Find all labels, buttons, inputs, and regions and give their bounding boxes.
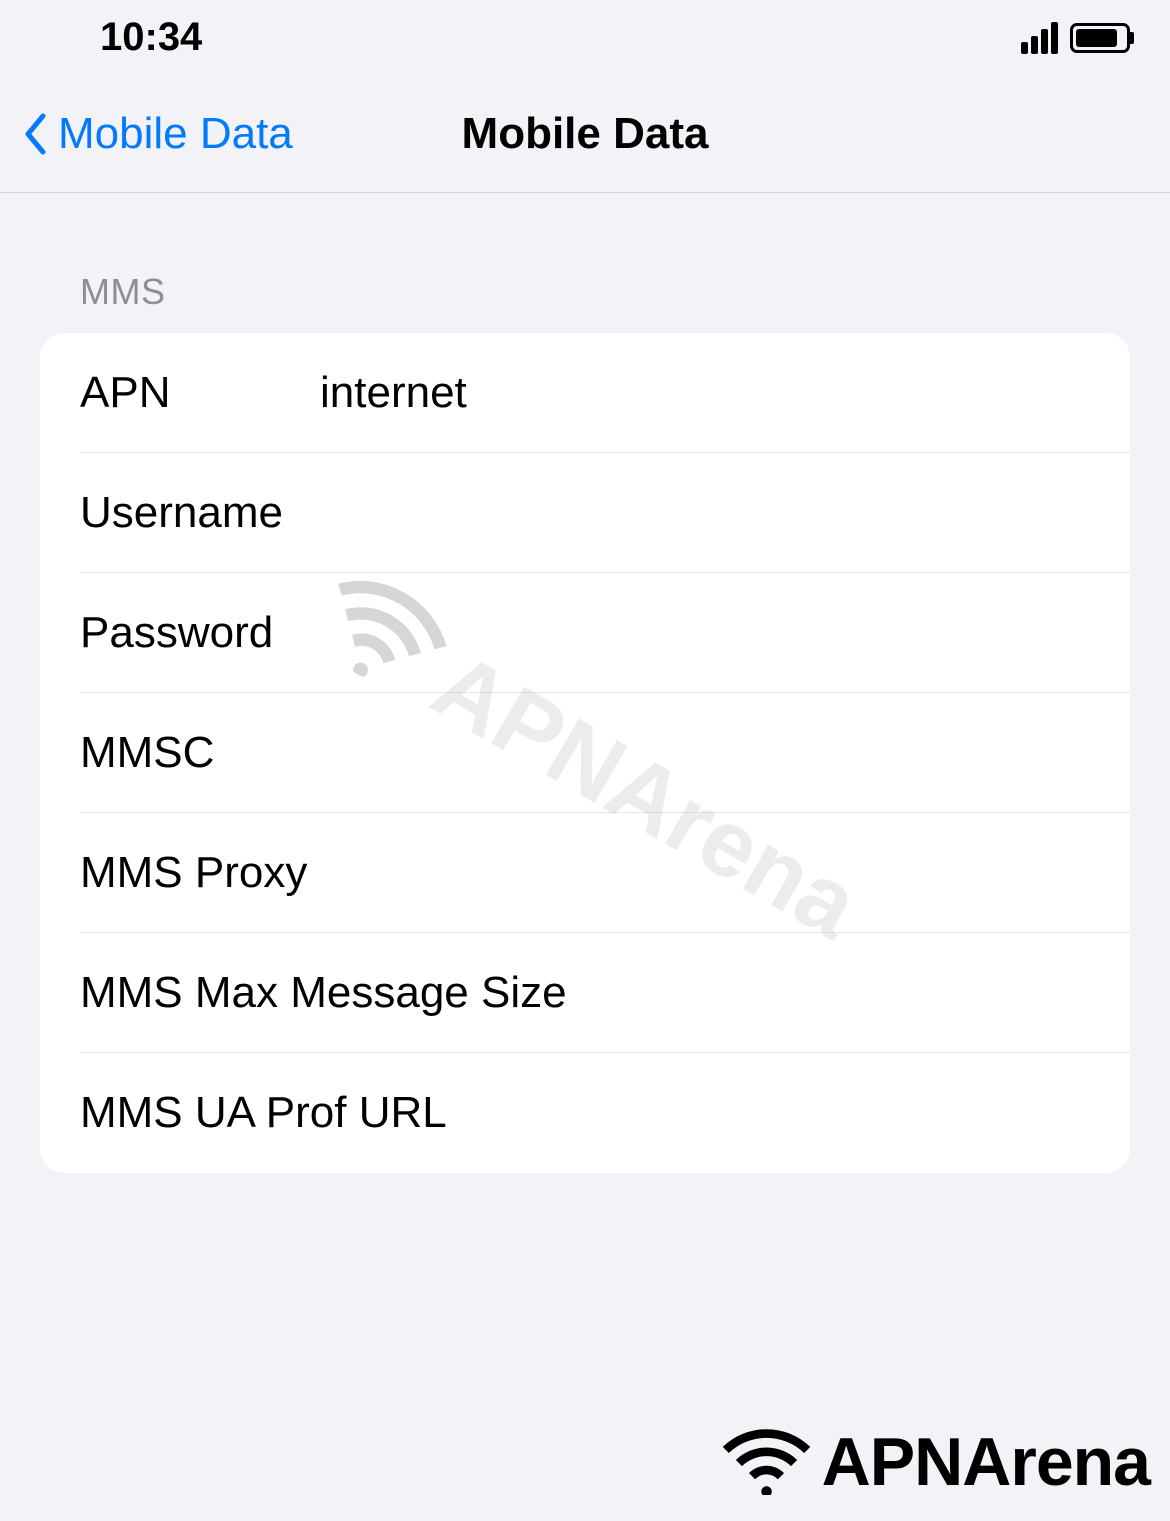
password-input[interactable] bbox=[320, 608, 1090, 658]
mms-max-size-row[interactable]: MMS Max Message Size bbox=[40, 933, 1130, 1053]
mms-max-size-input[interactable] bbox=[567, 968, 1130, 1018]
wifi-icon bbox=[719, 1425, 814, 1500]
signal-icon bbox=[1021, 22, 1058, 54]
nav-header: Mobile Data Mobile Data bbox=[0, 75, 1170, 193]
mms-ua-prof-label: MMS UA Prof URL bbox=[80, 1088, 447, 1138]
content: MMS APN Username Password MMSC MMS Proxy bbox=[0, 193, 1170, 1173]
brand-text: APNArena bbox=[822, 1423, 1150, 1501]
password-label: Password bbox=[80, 608, 320, 658]
mms-proxy-row[interactable]: MMS Proxy bbox=[40, 813, 1130, 933]
mms-proxy-label: MMS Proxy bbox=[80, 848, 307, 898]
mmsc-label: MMSC bbox=[80, 728, 320, 778]
apn-input[interactable] bbox=[320, 368, 1090, 418]
mms-ua-prof-input[interactable] bbox=[447, 1088, 1090, 1138]
battery-icon bbox=[1070, 23, 1130, 53]
password-row[interactable]: Password bbox=[40, 573, 1130, 693]
mms-max-size-label: MMS Max Message Size bbox=[80, 968, 567, 1018]
back-label: Mobile Data bbox=[58, 109, 293, 159]
mms-ua-prof-row[interactable]: MMS UA Prof URL bbox=[40, 1053, 1130, 1173]
mmsc-row[interactable]: MMSC bbox=[40, 693, 1130, 813]
section-header: MMS bbox=[40, 271, 1130, 333]
mms-proxy-input[interactable] bbox=[307, 848, 1090, 898]
apn-label: APN bbox=[80, 368, 320, 418]
back-button[interactable]: Mobile Data bbox=[20, 109, 293, 159]
status-time: 10:34 bbox=[100, 15, 202, 60]
chevron-left-icon bbox=[20, 109, 50, 159]
username-row[interactable]: Username bbox=[40, 453, 1130, 573]
status-bar: 10:34 bbox=[0, 0, 1170, 75]
username-input[interactable] bbox=[320, 488, 1090, 538]
mmsc-input[interactable] bbox=[320, 728, 1090, 778]
page-title: Mobile Data bbox=[462, 109, 709, 159]
settings-group: APN Username Password MMSC MMS Proxy MMS… bbox=[40, 333, 1130, 1173]
username-label: Username bbox=[80, 488, 320, 538]
status-icons bbox=[1021, 22, 1130, 54]
brand-logo: APNArena bbox=[719, 1423, 1150, 1501]
apn-row[interactable]: APN bbox=[40, 333, 1130, 453]
